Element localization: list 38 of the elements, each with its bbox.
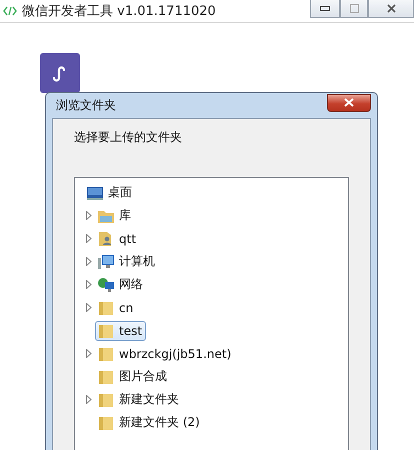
tree-item[interactable]: test: [95, 320, 146, 340]
instruction-text: 选择要上传的文件夹: [74, 129, 183, 146]
computer-icon: [97, 254, 115, 270]
dialog-title: 浏览文件夹: [56, 97, 116, 114]
folder-icon: [97, 414, 115, 430]
tree-item[interactable]: wbrzckgj(jb51.net): [95, 344, 236, 364]
minimize-button[interactable]: [310, 0, 340, 18]
close-icon: [386, 4, 396, 13]
folder-icon: [97, 346, 115, 362]
expand-arrow-icon[interactable]: [86, 280, 92, 289]
close-icon: [344, 98, 354, 107]
window-title: 微信开发者工具 v1.01.1711020: [22, 3, 216, 20]
code-brackets-icon: [3, 6, 17, 16]
folder-icon: [97, 322, 115, 338]
tree-item[interactable]: cn: [95, 298, 138, 318]
expand-arrow-icon[interactable]: [86, 349, 92, 358]
tree-item[interactable]: 网络: [95, 274, 147, 295]
tree-item[interactable]: qtt: [95, 228, 140, 248]
maximize-icon: [350, 4, 358, 13]
close-button[interactable]: [327, 94, 371, 112]
network-icon: [97, 276, 115, 292]
expand-arrow-icon[interactable]: [86, 257, 92, 266]
tree-item[interactable]: 计算机: [95, 251, 159, 272]
tree-item[interactable]: 图片合成: [95, 366, 171, 387]
folder-icon: [97, 300, 115, 316]
expand-arrow-icon[interactable]: [86, 395, 92, 404]
desktop-icon: [86, 184, 104, 200]
folder-icon: [97, 368, 115, 384]
tree-item[interactable]: 新建文件夹 (2): [95, 412, 204, 433]
tree-item[interactable]: 新建文件夹: [95, 389, 183, 410]
tree-item[interactable]: 桌面: [84, 182, 136, 203]
expand-arrow-icon[interactable]: [86, 303, 92, 312]
minimize-icon: [320, 6, 330, 11]
expand-arrow-icon[interactable]: [86, 211, 92, 220]
close-button[interactable]: [368, 0, 414, 18]
expand-arrow-icon[interactable]: [86, 234, 92, 243]
folder-icon: [97, 392, 115, 408]
tree-item[interactable]: 库: [95, 205, 135, 226]
